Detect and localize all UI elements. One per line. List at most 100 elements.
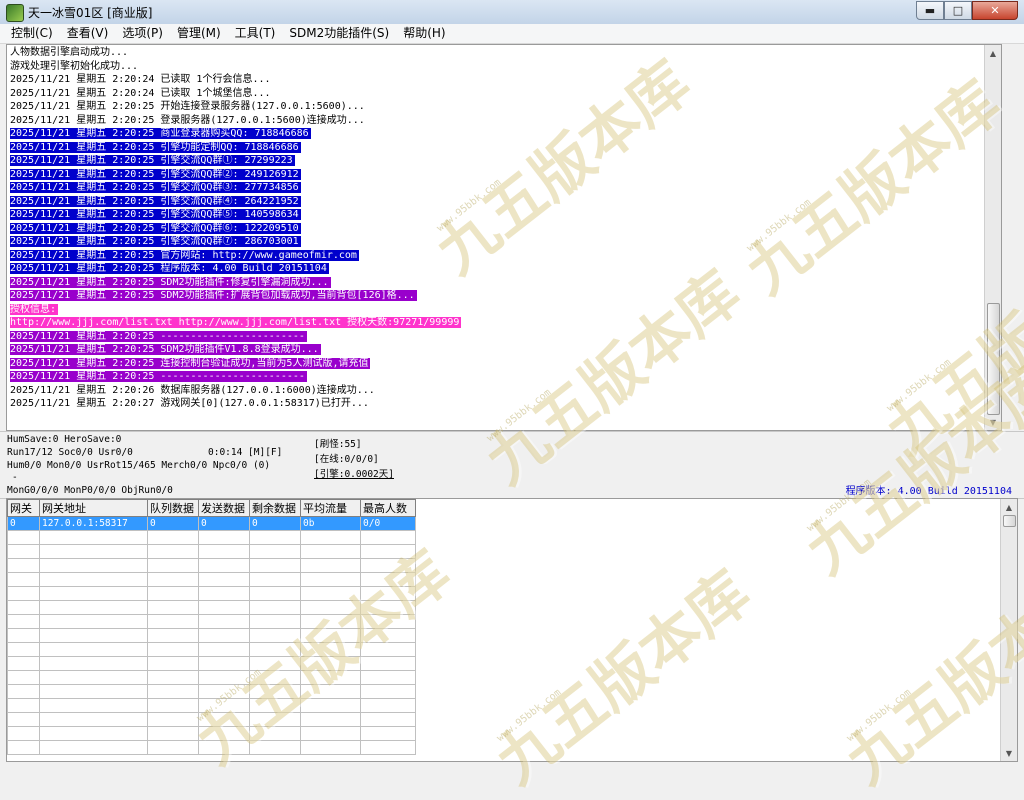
table-row[interactable] [7, 628, 416, 643]
table-cell[interactable] [39, 656, 148, 671]
table-cell[interactable] [198, 572, 250, 587]
table-cell[interactable] [300, 530, 361, 545]
table-cell[interactable] [198, 670, 250, 685]
cell-remaining-data[interactable]: 0 [249, 516, 301, 531]
table-cell[interactable] [39, 712, 148, 727]
table-cell[interactable] [360, 740, 416, 755]
menu-tools[interactable]: 工具(T) [228, 24, 283, 43]
table-row[interactable] [7, 726, 416, 741]
table-cell[interactable] [249, 684, 301, 699]
table-cell[interactable] [300, 600, 361, 615]
table-cell[interactable] [147, 698, 199, 713]
table-cell[interactable] [249, 614, 301, 629]
log-scrollbar[interactable]: ▲ ▼ [984, 45, 1001, 430]
table-cell[interactable] [7, 544, 40, 559]
scroll-up-icon[interactable]: ▲ [985, 45, 1001, 61]
table-cell[interactable] [147, 656, 199, 671]
menu-control[interactable]: 控制(C) [4, 24, 60, 43]
table-cell[interactable] [147, 628, 199, 643]
table-cell[interactable] [198, 740, 250, 755]
menu-options[interactable]: 选项(P) [115, 24, 170, 43]
table-cell[interactable] [300, 642, 361, 657]
table-cell[interactable] [249, 628, 301, 643]
table-cell[interactable] [360, 698, 416, 713]
table-cell[interactable] [147, 670, 199, 685]
table-row[interactable] [7, 544, 416, 559]
cell-gateway-address[interactable]: 127.0.0.1:58317 [39, 516, 148, 531]
table-cell[interactable] [300, 544, 361, 559]
table-cell[interactable] [147, 600, 199, 615]
table-cell[interactable] [249, 726, 301, 741]
menu-sdm2-plugin[interactable]: SDM2功能插件(S) [282, 24, 396, 43]
cell-max-users[interactable]: 0/0 [360, 516, 416, 531]
table-cell[interactable] [147, 558, 199, 573]
col-gateway[interactable]: 网关 [7, 499, 40, 517]
table-cell[interactable] [300, 740, 361, 755]
table-cell[interactable] [249, 656, 301, 671]
table-cell[interactable] [7, 600, 40, 615]
menu-manage[interactable]: 管理(M) [170, 24, 228, 43]
table-row[interactable] [7, 684, 416, 699]
table-cell[interactable] [300, 698, 361, 713]
close-button[interactable]: ✕ [972, 1, 1018, 20]
table-row[interactable] [7, 642, 416, 657]
table-cell[interactable] [39, 670, 148, 685]
table-cell[interactable] [360, 572, 416, 587]
table-row[interactable] [7, 586, 416, 601]
table-cell[interactable] [39, 614, 148, 629]
table-cell[interactable] [300, 726, 361, 741]
table-cell[interactable] [7, 628, 40, 643]
col-max-users[interactable]: 最高人数 [360, 499, 416, 517]
table-cell[interactable] [249, 670, 301, 685]
table-cell[interactable] [198, 544, 250, 559]
table-cell[interactable] [198, 628, 250, 643]
table-cell[interactable] [147, 544, 199, 559]
gateway-grid-panel[interactable]: 网关 网关地址 队列数据 发送数据 剩余数据 平均流量 最高人数 0 127.0… [6, 498, 1018, 762]
table-cell[interactable] [147, 642, 199, 657]
table-cell[interactable] [7, 712, 40, 727]
table-cell[interactable] [300, 572, 361, 587]
cell-queue-data[interactable]: 0 [147, 516, 199, 531]
table-cell[interactable] [249, 600, 301, 615]
table-cell[interactable] [147, 530, 199, 545]
table-cell[interactable] [7, 656, 40, 671]
table-cell[interactable] [7, 670, 40, 685]
table-cell[interactable] [147, 726, 199, 741]
table-row[interactable] [7, 614, 416, 629]
table-cell[interactable] [360, 558, 416, 573]
table-row[interactable] [7, 558, 416, 573]
scroll-thumb[interactable] [987, 303, 1000, 415]
log-panel[interactable]: 人物数据引擎启动成功... 游戏处理引擎初始化成功... 2025/11/21 星期… [6, 44, 1002, 431]
table-cell[interactable] [198, 530, 250, 545]
table-cell[interactable] [249, 642, 301, 657]
col-remaining-data[interactable]: 剩余数据 [249, 499, 301, 517]
table-row[interactable] [7, 740, 416, 755]
table-cell[interactable] [360, 628, 416, 643]
table-cell[interactable] [360, 642, 416, 657]
table-cell[interactable] [7, 558, 40, 573]
gateway-table[interactable]: 网关 网关地址 队列数据 发送数据 剩余数据 平均流量 最高人数 0 127.0… [7, 499, 416, 755]
table-cell[interactable] [249, 544, 301, 559]
table-cell[interactable] [39, 698, 148, 713]
table-cell[interactable] [300, 670, 361, 685]
table-cell[interactable] [198, 684, 250, 699]
table-cell[interactable] [300, 614, 361, 629]
col-send-data[interactable]: 发送数据 [198, 499, 250, 517]
table-row[interactable] [7, 698, 416, 713]
table-cell[interactable] [39, 530, 148, 545]
table-cell[interactable] [249, 572, 301, 587]
table-cell[interactable] [39, 558, 148, 573]
table-row[interactable] [7, 600, 416, 615]
table-cell[interactable] [7, 684, 40, 699]
table-cell[interactable] [360, 684, 416, 699]
title-bar[interactable]: 天一冰雪01区 [商业版] ▬ □ ✕ [0, 0, 1024, 25]
scroll-thumb[interactable] [1003, 515, 1016, 527]
table-cell[interactable] [360, 530, 416, 545]
table-cell[interactable] [300, 684, 361, 699]
table-cell[interactable] [7, 642, 40, 657]
table-cell[interactable] [249, 698, 301, 713]
table-cell[interactable] [249, 558, 301, 573]
table-cell[interactable] [360, 726, 416, 741]
table-cell[interactable] [300, 656, 361, 671]
table-cell[interactable] [300, 586, 361, 601]
